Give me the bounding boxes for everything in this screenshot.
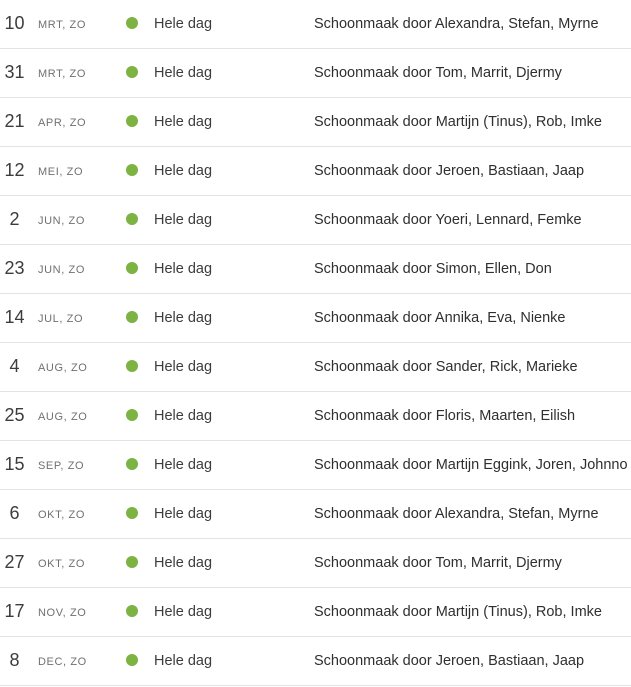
event-month-weekday: SEP, ZO <box>38 460 85 472</box>
event-day-number: 14 <box>4 307 25 327</box>
calendar-color-dot-icon <box>126 115 138 127</box>
event-day-number: 4 <box>9 356 20 376</box>
event-month-weekday: OKT, ZO <box>38 509 85 521</box>
agenda-event-row[interactable]: 2 JUN, ZO Hele dag Schoonmaak door Yoeri, L… <box>0 196 631 245</box>
event-day-number: 17 <box>4 601 25 621</box>
calendar-color-dot-icon <box>126 605 138 617</box>
calendar-color-dot-icon <box>126 360 138 372</box>
agenda-event-row[interactable]: 27 OKT, ZO Hele dag Schoonmaak door Tom, Ma… <box>0 539 631 588</box>
event-title[interactable]: Schoonmaak door Jeroen, Bastiaan, Jaap <box>314 652 584 670</box>
event-title[interactable]: Schoonmaak door Jeroen, Bastiaan, Jaap <box>314 162 584 180</box>
event-time: Hele dag <box>154 506 213 522</box>
event-day-number: 8 <box>9 650 20 670</box>
agenda-event-row[interactable]: 17 NOV, ZO Hele dag Schoonmaak door Martijn… <box>0 588 631 637</box>
event-month-weekday: AUG, ZO <box>38 411 88 423</box>
event-time: Hele dag <box>154 16 213 32</box>
event-time: Hele dag <box>154 310 213 326</box>
event-title[interactable]: Schoonmaak door Tom, Marrit, Djermy <box>314 554 562 572</box>
event-month-weekday: MRT, ZO <box>38 68 86 80</box>
event-day-number: 25 <box>4 405 25 425</box>
calendar-color-dot-icon <box>126 654 138 666</box>
agenda-event-row[interactable]: 21 APR, ZO Hele dag Schoonmaak door Martijn… <box>0 98 631 147</box>
event-day-number: 31 <box>4 62 25 82</box>
agenda-event-row[interactable]: 15 SEP, ZO Hele dag Schoonmaak door Martijn… <box>0 441 631 490</box>
event-month-weekday: APR, ZO <box>38 117 87 129</box>
event-day-number: 10 <box>4 13 25 33</box>
agenda-event-row[interactable]: 31 MRT, ZO Hele dag Schoonmaak door Tom, Ma… <box>0 49 631 98</box>
event-time: Hele dag <box>154 604 213 620</box>
agenda-event-row[interactable]: 25 AUG, ZO Hele dag Schoonmaak door Floris,… <box>0 392 631 441</box>
event-title[interactable]: Schoonmaak door Martijn Eggink, Joren, J… <box>314 456 628 474</box>
event-time: Hele dag <box>154 457 213 473</box>
agenda-list: 10 MRT, ZO Hele dag Schoonmaak door Alexand… <box>0 0 631 686</box>
event-time: Hele dag <box>154 114 213 130</box>
event-day-number: 21 <box>4 111 25 131</box>
event-title[interactable]: Schoonmaak door Tom, Marrit, Djermy <box>314 64 562 82</box>
event-title[interactable]: Schoonmaak door Alexandra, Stefan, Myrne <box>314 505 599 523</box>
event-title[interactable]: Schoonmaak door Floris, Maarten, Eilish <box>314 407 575 425</box>
event-month-weekday: JUL, ZO <box>38 313 84 325</box>
event-title[interactable]: Schoonmaak door Annika, Eva, Nienke <box>314 309 565 327</box>
event-day-number: 27 <box>4 552 25 572</box>
event-time: Hele dag <box>154 555 213 571</box>
agenda-event-row[interactable]: 10 MRT, ZO Hele dag Schoonmaak door Alexand… <box>0 0 631 49</box>
event-month-weekday: MRT, ZO <box>38 19 86 31</box>
event-day-number: 12 <box>4 160 25 180</box>
calendar-color-dot-icon <box>126 17 138 29</box>
calendar-color-dot-icon <box>126 458 138 470</box>
event-month-weekday: MEI, ZO <box>38 166 84 178</box>
event-month-weekday: OKT, ZO <box>38 558 85 570</box>
event-title[interactable]: Schoonmaak door Yoeri, Lennard, Femke <box>314 211 582 229</box>
agenda-event-row[interactable]: 14 JUL, ZO Hele dag Schoonmaak door Annika,… <box>0 294 631 343</box>
event-time: Hele dag <box>154 359 213 375</box>
calendar-color-dot-icon <box>126 556 138 568</box>
event-title[interactable]: Schoonmaak door Alexandra, Stefan, Myrne <box>314 15 599 33</box>
event-title[interactable]: Schoonmaak door Sander, Rick, Marieke <box>314 358 578 376</box>
event-day-number: 23 <box>4 258 25 278</box>
event-title[interactable]: Schoonmaak door Martijn (Tinus), Rob, Im… <box>314 113 602 131</box>
event-month-weekday: AUG, ZO <box>38 362 88 374</box>
event-month-weekday: JUN, ZO <box>38 215 85 227</box>
event-time: Hele dag <box>154 261 213 277</box>
agenda-event-row[interactable]: 12 MEI, ZO Hele dag Schoonmaak door Jeroen,… <box>0 147 631 196</box>
event-month-weekday: NOV, ZO <box>38 607 87 619</box>
calendar-color-dot-icon <box>126 66 138 78</box>
event-month-weekday: JUN, ZO <box>38 264 85 276</box>
agenda-event-row[interactable]: 4 AUG, ZO Hele dag Schoonmaak door Sander, … <box>0 343 631 392</box>
calendar-color-dot-icon <box>126 164 138 176</box>
event-title[interactable]: Schoonmaak door Martijn (Tinus), Rob, Im… <box>314 603 602 621</box>
event-time: Hele dag <box>154 408 213 424</box>
event-time: Hele dag <box>154 163 213 179</box>
calendar-color-dot-icon <box>126 213 138 225</box>
event-title[interactable]: Schoonmaak door Simon, Ellen, Don <box>314 260 552 278</box>
event-day-number: 15 <box>4 454 25 474</box>
agenda-event-row[interactable]: 8 DEC, ZO Hele dag Schoonmaak door Jeroen, … <box>0 637 631 686</box>
calendar-color-dot-icon <box>126 409 138 421</box>
event-time: Hele dag <box>154 65 213 81</box>
agenda-event-row[interactable]: 6 OKT, ZO Hele dag Schoonmaak door Alexandr… <box>0 490 631 539</box>
agenda-event-row[interactable]: 23 JUN, ZO Hele dag Schoonmaak door Simon, … <box>0 245 631 294</box>
calendar-color-dot-icon <box>126 311 138 323</box>
event-day-number: 6 <box>9 503 20 523</box>
event-month-weekday: DEC, ZO <box>38 656 87 668</box>
calendar-color-dot-icon <box>126 262 138 274</box>
event-time: Hele dag <box>154 212 213 228</box>
event-time: Hele dag <box>154 653 213 669</box>
calendar-color-dot-icon <box>126 507 138 519</box>
event-day-number: 2 <box>9 209 20 229</box>
